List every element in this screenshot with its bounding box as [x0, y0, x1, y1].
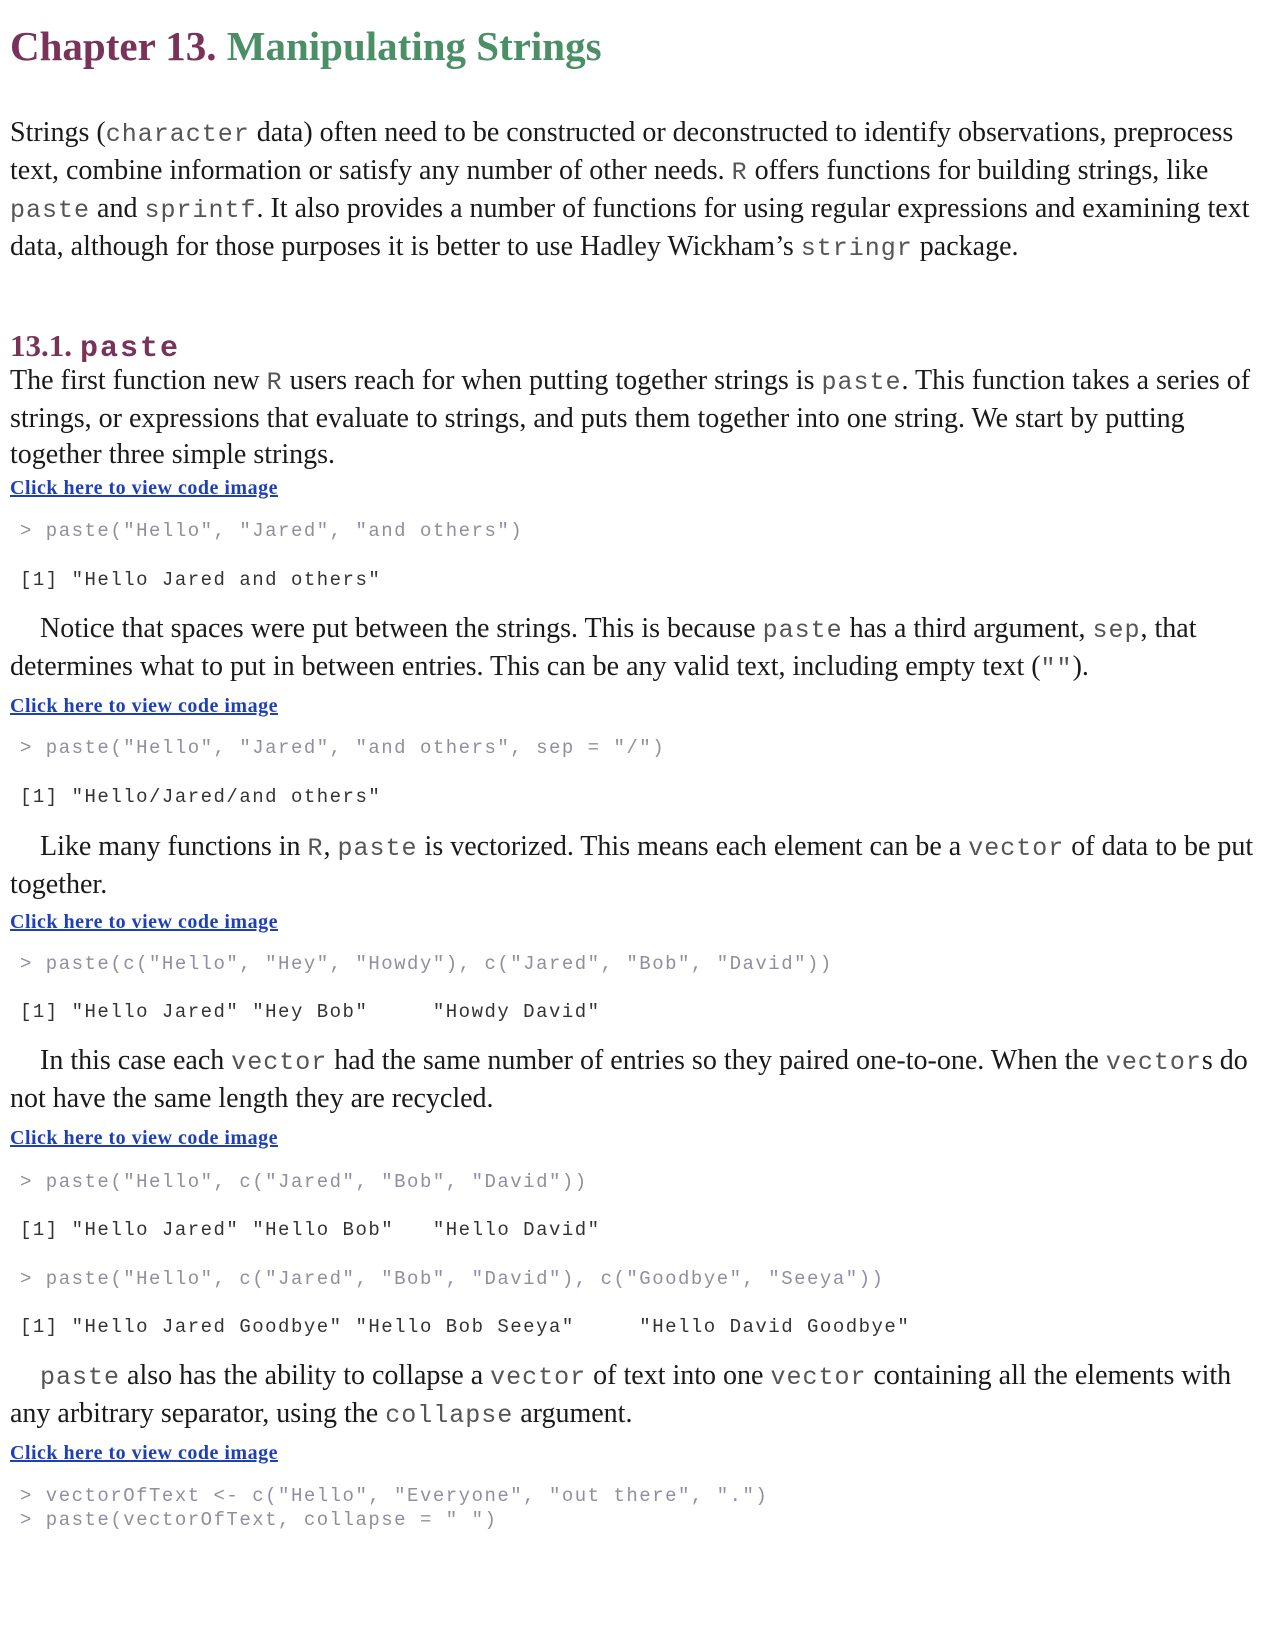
- paragraph-2: Notice that spaces were put between the …: [10, 611, 1255, 687]
- text: of text into one: [586, 1360, 771, 1391]
- chapter-heading: Chapter 13. Manipulating Strings: [10, 22, 602, 70]
- paragraph-1: The first function new R users reach for…: [10, 363, 1255, 473]
- paragraph-3: Like many functions in R, paste is vecto…: [10, 829, 1255, 903]
- view-code-image-link-2[interactable]: Click here to view code image: [10, 695, 278, 718]
- text: Strings (: [10, 117, 106, 148]
- text: Like many functions in: [40, 831, 308, 862]
- text: is vectorized. This means each element c…: [417, 831, 969, 862]
- code-output-3: [1] "Hello Jared" "Hey Bob" "Howdy David…: [20, 1001, 601, 1023]
- code-input-2: > paste("Hello", "Jared", "and others", …: [20, 737, 666, 759]
- code-input-3: > paste(c("Hello", "Hey", "Howdy"), c("J…: [20, 953, 833, 975]
- inline-code: vector: [968, 834, 1065, 863]
- inline-code: collapse: [385, 1401, 514, 1430]
- chapter-number: Chapter 13.: [10, 23, 217, 69]
- inline-code: vector: [490, 1363, 587, 1392]
- code-output-4a: [1] "Hello Jared" "Hello Bob" "Hello Dav…: [20, 1219, 601, 1241]
- code-line-5a: > vectorOfText <- c("Hello", "Everyone",…: [20, 1485, 769, 1507]
- code-input-4a: > paste("Hello", c("Jared", "Bob", "Davi…: [20, 1171, 588, 1193]
- paragraph-5: paste also has the ability to collapse a…: [10, 1358, 1255, 1434]
- paragraph-4: In this case each vector had the same nu…: [10, 1043, 1255, 1117]
- inline-code: paste: [10, 196, 91, 225]
- code-output-2: [1] "Hello/Jared/and others": [20, 786, 382, 808]
- text: had the same number of entries so they p…: [327, 1045, 1106, 1076]
- inline-code: paste: [337, 834, 418, 863]
- inline-code: paste: [821, 368, 902, 397]
- inline-code: paste: [40, 1363, 121, 1392]
- code-line-5b: > paste(vectorOfText, collapse = " "): [20, 1509, 498, 1531]
- inline-code: character: [105, 120, 250, 149]
- inline-code: vector: [231, 1048, 328, 1077]
- view-code-image-link-5[interactable]: Click here to view code image: [10, 1442, 278, 1465]
- text: users reach for when putting together st…: [282, 365, 822, 396]
- view-code-image-link-4[interactable]: Click here to view code image: [10, 1127, 278, 1150]
- text: In this case each: [40, 1045, 232, 1076]
- text: ,: [323, 831, 338, 862]
- code-input-4b: > paste("Hello", c("Jared", "Bob", "Davi…: [20, 1268, 885, 1290]
- text: Notice that spaces were put between the …: [40, 613, 763, 644]
- text: offers functions for building strings, l…: [747, 155, 1209, 186]
- section-title-code: paste: [80, 332, 181, 366]
- code-output-4b: [1] "Hello Jared Goodbye" "Hello Bob See…: [20, 1316, 911, 1338]
- text: The first function new: [10, 365, 267, 396]
- code-output-1: [1] "Hello Jared and others": [20, 569, 382, 591]
- intro-paragraph: Strings (character data) often need to b…: [10, 115, 1255, 267]
- text: and: [90, 193, 145, 224]
- view-code-image-link-3[interactable]: Click here to view code image: [10, 911, 278, 934]
- inline-code: R: [731, 158, 748, 187]
- text: also has the ability to collapse a: [120, 1360, 491, 1391]
- inline-code: vector: [770, 1363, 867, 1392]
- inline-code: "": [1040, 654, 1073, 683]
- text: ).: [1072, 651, 1089, 682]
- chapter-title: Manipulating Strings: [226, 23, 602, 69]
- inline-code: sep: [1092, 616, 1141, 645]
- inline-code: paste: [762, 616, 843, 645]
- code-input-1: > paste("Hello", "Jared", "and others"): [20, 520, 524, 542]
- inline-code: sprintf: [144, 196, 257, 225]
- view-code-image-link-1[interactable]: Click here to view code image: [10, 477, 278, 500]
- text: package.: [912, 231, 1019, 262]
- inline-code: stringr: [800, 234, 913, 263]
- inline-code: R: [266, 368, 283, 397]
- section-number: 13.1.: [10, 328, 72, 363]
- text: has a third argument,: [842, 613, 1093, 644]
- inline-code: R: [307, 834, 324, 863]
- text: argument.: [513, 1398, 633, 1429]
- section-heading: 13.1. paste: [10, 328, 180, 366]
- inline-code: vector: [1105, 1048, 1202, 1077]
